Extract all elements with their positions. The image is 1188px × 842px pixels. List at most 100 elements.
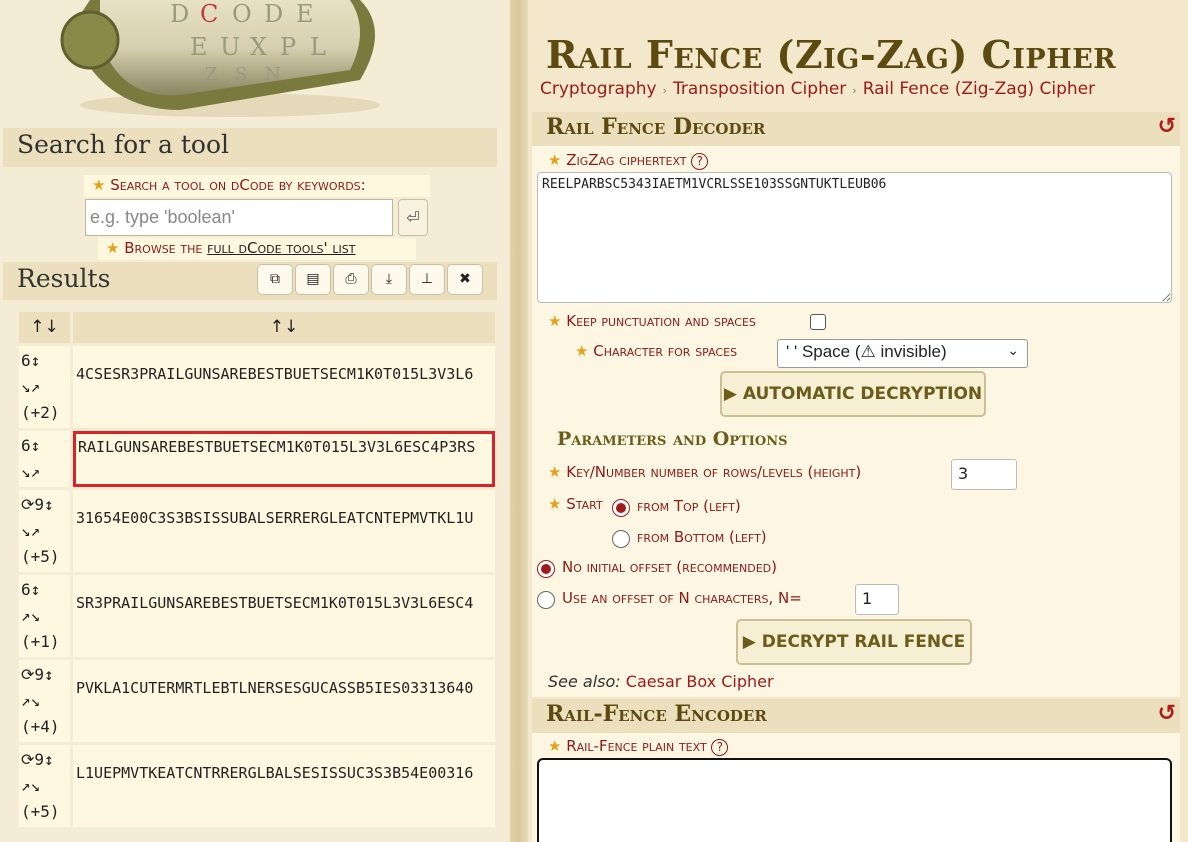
- table-row[interactable]: ⟳9↕ ↘↗ (+5) 31654E00C3S3BSISSUBALSERRERGLEA…: [19, 490, 495, 572]
- decrypt-rail-fence-button[interactable]: ▶ DECRYPT RAIL FENCE: [736, 619, 972, 665]
- result-key: ⟳9↕ ↗↘ (+5): [19, 745, 70, 827]
- breadcrumb-rail-fence[interactable]: Rail Fence (Zig-Zag) Cipher: [863, 79, 1095, 99]
- decoder-heading: Rail Fence Decoder ↺: [532, 112, 1180, 146]
- svg-text:N: N: [265, 64, 281, 85]
- star-icon: ★: [548, 495, 562, 513]
- search-label-text: Search a tool on dCode by keywords:: [110, 176, 366, 194]
- from-top-label: from Top (left): [637, 497, 741, 515]
- browse-tools: ★ Browse the full dCode tools' list: [98, 238, 416, 260]
- svg-text:U: U: [220, 33, 240, 61]
- key-label-text: Key/Number number of rows/levels (height…: [566, 463, 862, 481]
- result-key: 6↕ ↘↗ (+2): [19, 346, 70, 428]
- result-key-line: (+4): [21, 717, 60, 736]
- result-key-line: ⟳9↕: [21, 750, 54, 769]
- star-icon: ★: [548, 737, 562, 755]
- browse-prefix: Browse the: [124, 239, 208, 257]
- keep-punct-label: ★ Keep punctuation and spaces: [548, 312, 756, 330]
- pin-icon[interactable]: ⊥: [409, 264, 445, 295]
- star-icon: ★: [575, 342, 589, 360]
- svg-text:E: E: [296, 0, 314, 28]
- from-bottom-label: from Bottom (left): [637, 528, 767, 546]
- no-offset-radio[interactable]: [537, 560, 555, 578]
- sort-result-column[interactable]: ↑↓: [73, 312, 495, 343]
- download-icon[interactable]: ⤓: [371, 264, 407, 295]
- close-icon[interactable]: ✖: [447, 264, 483, 295]
- table-row[interactable]: ⟳9↕ ↗↘ (+4) PVKLA1CUTERMRTLEBTLNERSESGUCASS…: [19, 660, 495, 742]
- svg-text:D: D: [170, 0, 189, 28]
- svg-text:O: O: [232, 0, 252, 28]
- space-char-select[interactable]: ' ' Space (⚠ invisible) ⌄: [777, 339, 1028, 368]
- from-top-radio[interactable]: [612, 499, 630, 517]
- result-key-line: ⟳9↕: [21, 495, 54, 514]
- encoder-heading: Rail-Fence Encoder ↺: [532, 699, 1180, 733]
- print-icon[interactable]: ⎙: [333, 264, 369, 295]
- star-icon: ★: [548, 463, 562, 481]
- chevron-down-icon: ⌄: [1007, 342, 1019, 358]
- keep-punct-checkbox[interactable]: [810, 314, 826, 330]
- see-also-label: See also:: [548, 672, 621, 691]
- results-table: ↑↓ ↑↓ 6↕ ↘↗ (+2) 4CSESR3PRAILGUNSAREBESTBUE…: [19, 312, 495, 830]
- result-key-line: ↘↗: [21, 521, 41, 540]
- svg-text:E: E: [190, 33, 208, 61]
- enter-icon[interactable]: ⏎: [398, 199, 428, 236]
- result-key-line: ⟳9↕: [21, 665, 54, 684]
- plaintext-label-text: Rail-Fence plain text: [566, 737, 707, 755]
- browse-tools-link[interactable]: full dCode tools' list: [207, 239, 355, 257]
- result-value[interactable]: 4CSESR3PRAILGUNSAREBESTBUETSECM1K0T015L3…: [73, 346, 495, 428]
- breadcrumb-separator: ›: [852, 84, 857, 97]
- see-also-link[interactable]: Caesar Box Cipher: [626, 672, 774, 691]
- result-value[interactable]: SR3PRAILGUNSAREBESTBUETSECM1K0T015L3V3L6…: [73, 575, 495, 657]
- results-header: ↑↓ ↑↓: [19, 312, 495, 343]
- result-key-line: ↗↘: [21, 776, 41, 795]
- table-row[interactable]: ⟳9↕ ↗↘ (+5) L1UEPMVTKEATCNTRRERGLBALSESISSU…: [19, 745, 495, 827]
- plaintext-input[interactable]: [537, 758, 1172, 842]
- result-key: 6↕ ↘↗: [19, 431, 70, 487]
- ciphertext-label: ★ ZigZag ciphertext ?: [548, 151, 709, 170]
- sort-key-column[interactable]: ↑↓: [19, 312, 70, 343]
- key-label: ★ Key/Number number of rows/levels (heig…: [548, 463, 861, 481]
- svg-text:D: D: [264, 0, 283, 28]
- decoder-title: Rail Fence Decoder: [546, 114, 766, 140]
- offset-input[interactable]: 1: [855, 584, 899, 615]
- use-offset-radio[interactable]: [537, 591, 555, 609]
- left-sidebar: DCODE EUXPL ZSN Search for a tool ★ Sear…: [0, 0, 510, 842]
- automatic-decryption-button[interactable]: ▶ AUTOMATIC DECRYPTION: [720, 371, 986, 417]
- search-heading: Search for a tool: [3, 128, 497, 167]
- help-icon[interactable]: ?: [691, 153, 709, 170]
- space-char-label: ★ Character for spaces: [575, 342, 737, 360]
- result-value[interactable]: 31654E00C3S3BSISSUBALSERRERGLEATCNTEPMVT…: [73, 490, 495, 572]
- results-toolbar: ⧉ ▤ ⎙ ⤓ ⊥ ✖: [257, 264, 483, 295]
- search-label: ★ Search a tool on dCode by keywords:: [84, 175, 430, 197]
- keep-punct-text: Keep punctuation and spaces: [566, 312, 756, 330]
- help-icon[interactable]: ?: [711, 739, 729, 756]
- svg-text:S: S: [235, 64, 247, 85]
- space-char-value: ' ' Space (⚠ invisible): [786, 342, 947, 361]
- column-divider: [510, 0, 528, 842]
- start-label-text: Start: [566, 495, 603, 513]
- table-row[interactable]: 6↕ ↗↘ (+1) SR3PRAILGUNSAREBESTBUETSECM1K0T0…: [19, 575, 495, 657]
- copy-all-icon[interactable]: ▤: [295, 264, 331, 295]
- ciphertext-input[interactable]: REELPARBSC5343IAETM1VCRLSSE103SSGNTUKTLE…: [537, 172, 1172, 303]
- star-icon: ★: [106, 239, 120, 257]
- reset-icon[interactable]: ↺: [1158, 701, 1176, 726]
- copy-icon[interactable]: ⧉: [257, 264, 293, 295]
- reset-icon[interactable]: ↺: [1158, 114, 1176, 139]
- search-input[interactable]: [85, 199, 393, 236]
- result-value[interactable]: RAILGUNSAREBESTBUETSECM1K0T015L3V3L6ESC4…: [73, 431, 495, 487]
- from-bottom-radio[interactable]: [612, 530, 630, 548]
- result-key: ⟳9↕ ↗↘ (+4): [19, 660, 70, 742]
- result-value[interactable]: PVKLA1CUTERMRTLEBTLNERSESGUCASSB5IES0331…: [73, 660, 495, 742]
- result-key-line: (+1): [21, 632, 60, 651]
- key-input[interactable]: 3: [951, 459, 1017, 490]
- svg-text:Z: Z: [205, 64, 218, 85]
- result-value[interactable]: L1UEPMVTKEATCNTRRERGLBALSESISSUC3S3B54E0…: [73, 745, 495, 827]
- table-row[interactable]: 6↕ ↘↗ RAILGUNSAREBESTBUETSECM1K0T015L3V3L6…: [19, 431, 495, 487]
- dcode-logo: DCODE EUXPL ZSN: [60, 0, 380, 117]
- breadcrumb-cryptography[interactable]: Cryptography: [540, 79, 657, 99]
- table-row[interactable]: 6↕ ↘↗ (+2) 4CSESR3PRAILGUNSAREBESTBUETSECM1…: [19, 346, 495, 428]
- result-key: ⟳9↕ ↘↗ (+5): [19, 490, 70, 572]
- result-key-line: ↘↗: [21, 377, 41, 396]
- breadcrumb-transposition[interactable]: Transposition Cipher: [673, 79, 846, 99]
- svg-text:X: X: [250, 33, 267, 61]
- star-icon: ★: [548, 151, 562, 169]
